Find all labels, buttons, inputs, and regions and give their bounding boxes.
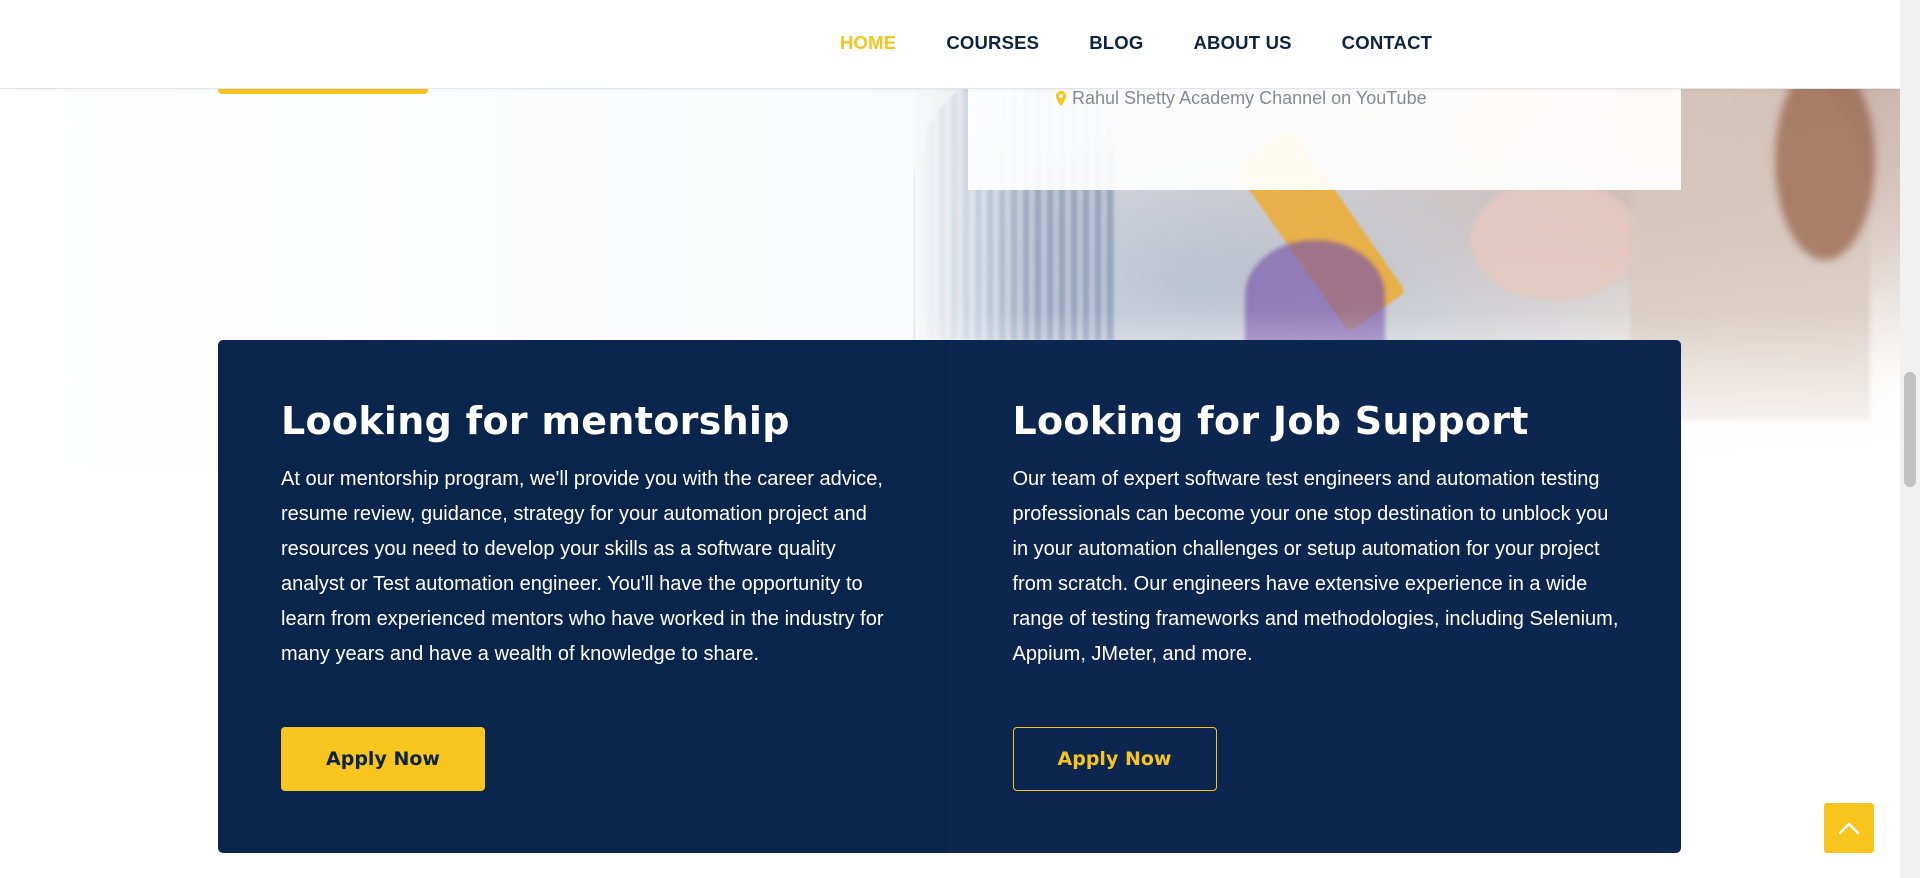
job-support-card: Looking for Job Support Our team of expe…	[949, 340, 1681, 853]
nav-blog[interactable]: BLOG	[1089, 30, 1143, 56]
mentorship-card: Looking for mentorship At our mentorship…	[218, 340, 950, 853]
mentorship-description: At our mentorship program, we'll provide…	[281, 468, 884, 665]
nav-home[interactable]: HOME	[840, 30, 896, 56]
photo-hair	[1775, 60, 1875, 260]
chevron-up-icon	[1838, 822, 1860, 835]
scrollbar-thumb[interactable]	[1904, 372, 1916, 487]
site-header: HOME COURSES BLOG ABOUT US CONTACT	[0, 0, 1900, 89]
back-to-top-button[interactable]	[1824, 803, 1874, 853]
youtube-channel-line: Rahul Shetty Academy Channel on YouTube	[1056, 88, 1427, 109]
youtube-channel-text: Rahul Shetty Academy Channel on YouTube	[1072, 88, 1427, 108]
nav-about-us[interactable]: ABOUT US	[1193, 30, 1291, 56]
job-support-description: Our team of expert software test enginee…	[1012, 468, 1619, 665]
support-cards: Looking for mentorship At our mentorship…	[218, 340, 1681, 853]
hero-info-card: Rahul Shetty Academy Channel on YouTube	[968, 80, 1681, 190]
page-scrollbar[interactable]	[1900, 0, 1920, 878]
mentorship-title: Looking for mentorship	[281, 399, 790, 443]
map-marker-icon	[1056, 91, 1066, 106]
mentorship-apply-button[interactable]: Apply Now	[281, 727, 485, 791]
job-support-title: Looking for Job Support	[1012, 399, 1529, 443]
job-support-apply-button[interactable]: Apply Now	[1012, 727, 1217, 791]
photo-arm	[1470, 180, 1640, 300]
main-nav: HOME COURSES BLOG ABOUT US CONTACT	[840, 30, 1482, 56]
nav-contact[interactable]: CONTACT	[1342, 30, 1432, 56]
nav-courses[interactable]: COURSES	[946, 30, 1039, 56]
